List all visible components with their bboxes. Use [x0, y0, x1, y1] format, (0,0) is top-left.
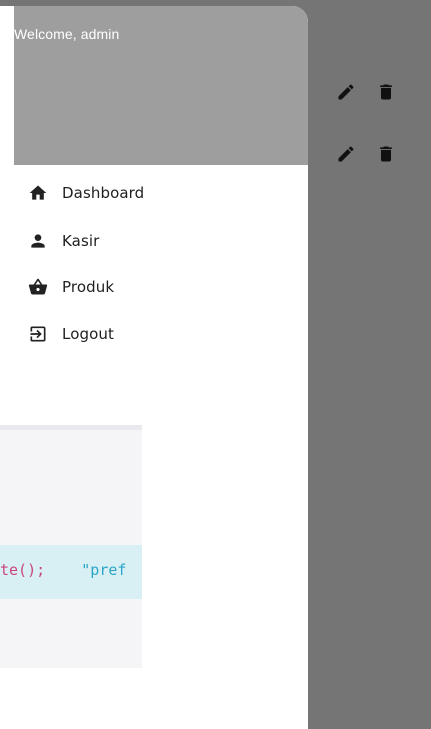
drawer-item-label: Dashboard — [62, 184, 145, 202]
person-icon — [31, 234, 45, 248]
drawer-item-produk[interactable]: Produk — [0, 264, 308, 310]
delete-icon[interactable] — [376, 144, 396, 164]
drawer-item-logout[interactable]: Logout — [0, 311, 308, 357]
edit-icon[interactable] — [336, 82, 356, 102]
basket-icon — [28, 278, 48, 295]
edit-icon[interactable] — [336, 144, 356, 164]
delete-icon[interactable] — [376, 82, 396, 102]
drawer-item-dashboard[interactable]: Dashboard — [0, 170, 308, 216]
code-token-string: "pref — [81, 561, 127, 579]
code-token-call: te(); — [0, 561, 46, 579]
drawer-item-label: Logout — [62, 325, 114, 343]
drawer-item-label: Kasir — [62, 232, 100, 250]
welcome-text: Welcome, admin — [14, 26, 120, 42]
list-row-actions — [336, 80, 406, 104]
drawer-item-label: Produk — [62, 278, 115, 296]
list-row-actions — [336, 142, 406, 166]
drawer-item-kasir[interactable]: Kasir — [0, 218, 308, 264]
code-preview: te(); "pref — [0, 425, 142, 668]
home-icon — [29, 185, 47, 200]
code-line: te(); "pref — [0, 561, 126, 579]
logout-icon — [30, 326, 46, 342]
navigation-drawer: Welcome, admin Dashboard Kasir Produk Lo… — [0, 6, 308, 729]
